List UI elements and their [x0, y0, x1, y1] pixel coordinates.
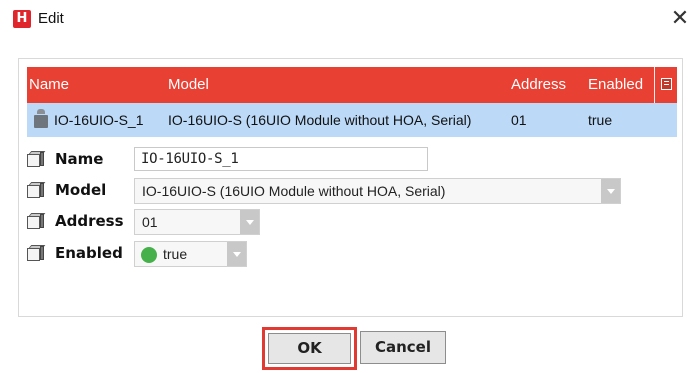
column-header-enabled[interactable]: Enabled	[588, 76, 643, 93]
property-label-model: Model	[55, 181, 107, 199]
address-select[interactable]: 01	[134, 209, 260, 235]
column-chooser-icon[interactable]	[661, 78, 672, 90]
property-row-model: Model IO-16UIO-S (16UIO Module without H…	[21, 177, 680, 204]
property-label-enabled: Enabled	[55, 244, 123, 262]
window-title: Edit	[38, 10, 64, 27]
header-divider	[654, 67, 655, 103]
property-row-enabled: Enabled true	[21, 240, 680, 267]
status-dot-icon	[141, 247, 157, 263]
title-bar: H Edit ✕	[0, 0, 698, 40]
ok-button[interactable]: OK	[268, 333, 351, 364]
chevron-down-icon[interactable]	[601, 179, 620, 203]
property-row-name: Name IO-16UIO-S_1	[21, 146, 680, 172]
cancel-button[interactable]: Cancel	[360, 331, 446, 364]
column-header-model[interactable]: Model	[168, 76, 209, 93]
cell-name: IO-16UIO-S_1	[54, 112, 144, 128]
cell-address: 01	[511, 112, 527, 128]
edit-panel: Name Model Address Enabled IO-16UIO-S_1 …	[18, 58, 683, 317]
property-cube-icon	[27, 213, 46, 229]
ok-button-focus-ring: OK	[262, 327, 357, 370]
name-field[interactable]: IO-16UIO-S_1	[134, 147, 428, 171]
device-icon	[34, 109, 48, 129]
table-header: Name Model Address Enabled	[27, 67, 677, 103]
address-select-value: 01	[142, 214, 158, 230]
property-cube-icon	[27, 245, 46, 261]
app-logo-icon: H	[13, 10, 31, 28]
cell-enabled: true	[588, 112, 613, 128]
model-select-value: IO-16UIO-S (16UIO Module without HOA, Se…	[142, 183, 446, 199]
close-button[interactable]: ✕	[666, 4, 694, 34]
property-sheet: Name IO-16UIO-S_1 Model IO-16UIO-S (16UI…	[21, 141, 680, 313]
chevron-down-icon[interactable]	[227, 242, 246, 266]
property-label-name: Name	[55, 150, 104, 168]
enabled-select[interactable]: true	[134, 241, 247, 267]
table-row[interactable]: IO-16UIO-S_1 IO-16UIO-S (16UIO Module wi…	[27, 103, 677, 137]
column-header-name[interactable]: Name	[29, 76, 69, 93]
cell-model: IO-16UIO-S (16UIO Module without HOA, Se…	[168, 112, 472, 128]
property-label-address: Address	[55, 212, 124, 230]
column-header-address[interactable]: Address	[511, 76, 566, 93]
property-row-address: Address 01	[21, 208, 680, 235]
model-select[interactable]: IO-16UIO-S (16UIO Module without HOA, Se…	[134, 178, 621, 204]
chevron-down-icon[interactable]	[240, 210, 259, 234]
property-cube-icon	[27, 182, 46, 198]
property-cube-icon	[27, 151, 46, 167]
enabled-select-value: true	[163, 246, 188, 262]
